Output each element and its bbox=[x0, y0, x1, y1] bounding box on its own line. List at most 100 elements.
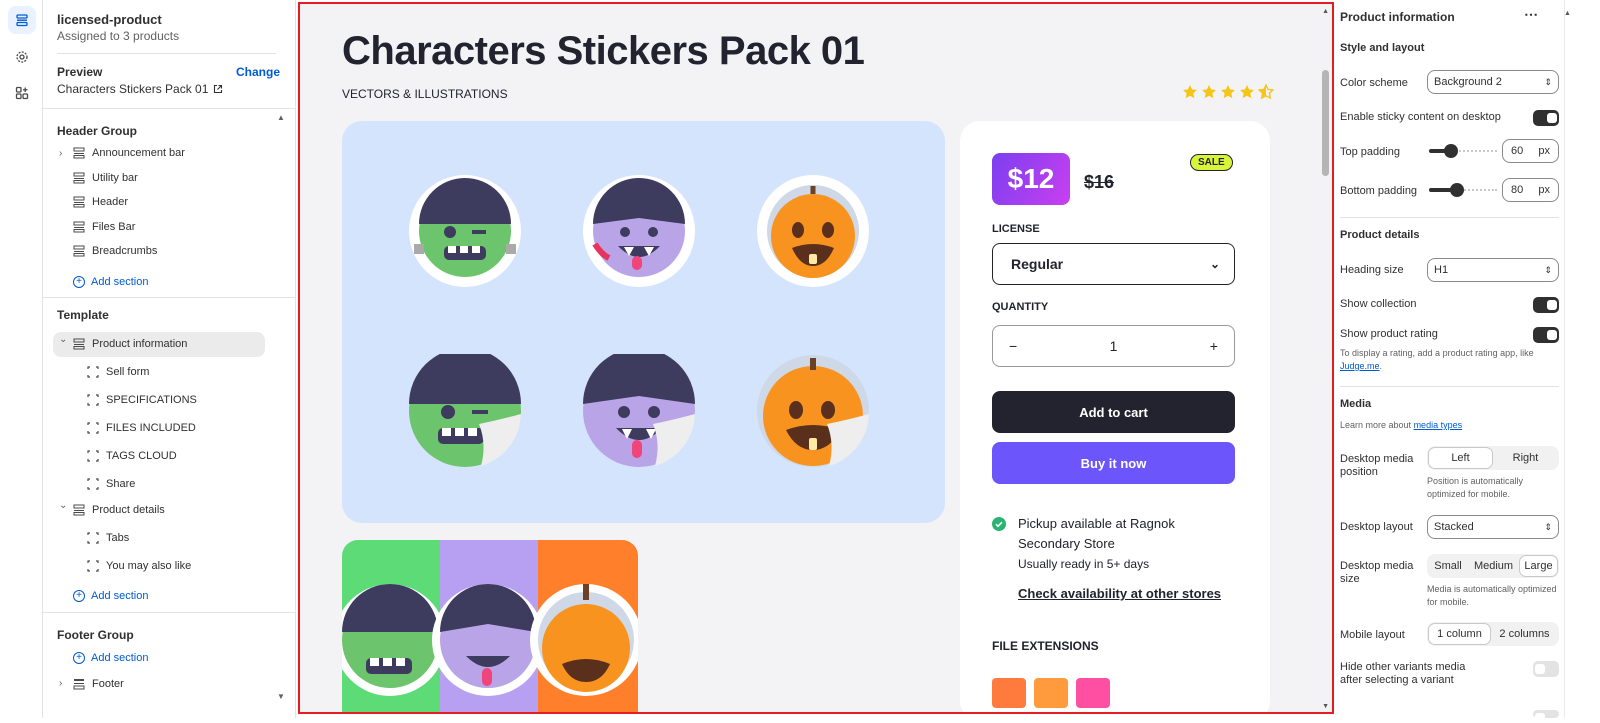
section-footer[interactable]: Footer bbox=[73, 673, 283, 695]
section-header[interactable]: Header bbox=[73, 191, 283, 213]
apps-icon[interactable] bbox=[8, 79, 36, 107]
add-section-label: Add section bbox=[91, 590, 149, 602]
panel-scrollbar-track[interactable] bbox=[1564, 0, 1565, 718]
mobile-layout-toggle[interactable]: 1 column 2 columns bbox=[1427, 622, 1559, 646]
media-size-label: Desktop media size bbox=[1340, 560, 1414, 585]
rating-help-end: . bbox=[1379, 361, 1383, 371]
slider-knob[interactable] bbox=[1450, 183, 1464, 197]
scrollbar-thumb[interactable] bbox=[1322, 70, 1329, 176]
quantity-stepper[interactable]: − 1 + bbox=[992, 325, 1235, 367]
media-position-right[interactable]: Right bbox=[1493, 447, 1558, 469]
plus-circle-icon: + bbox=[73, 590, 85, 602]
product-collection[interactable]: VECTORS & ILLUSTRATIONS bbox=[342, 87, 508, 101]
show-rating-toggle[interactable] bbox=[1533, 327, 1559, 343]
section-files-bar[interactable]: Files Bar bbox=[73, 216, 283, 238]
license-select[interactable]: Regular ⌄ bbox=[992, 243, 1235, 285]
mobile-layout-label: Mobile layout bbox=[1340, 629, 1405, 641]
mobile-layout-1-column[interactable]: 1 column bbox=[1428, 623, 1491, 645]
settings-gear-icon[interactable] bbox=[8, 43, 36, 71]
block-label: You may also like bbox=[106, 560, 192, 572]
template-title: Template bbox=[57, 308, 109, 322]
desktop-layout-select[interactable]: Stacked ⇕ bbox=[1427, 515, 1559, 539]
more-actions-icon[interactable]: ⋯ bbox=[1524, 6, 1538, 23]
section-icon bbox=[73, 147, 85, 159]
rating-help-text: To display a rating, add a product ratin… bbox=[1340, 347, 1555, 373]
preview-scrollbar[interactable]: ▲ ▼ bbox=[1318, 4, 1332, 712]
star-icon bbox=[1221, 85, 1235, 99]
hide-variants-label: Hide other variants media after selectin… bbox=[1340, 661, 1466, 686]
block-tags-cloud[interactable]: TAGS CLOUD bbox=[87, 445, 297, 467]
section-icon bbox=[73, 172, 85, 184]
media-size-small[interactable]: Small bbox=[1428, 555, 1468, 577]
scroll-up-arrow-icon[interactable]: ▲ bbox=[277, 113, 285, 122]
heading-size-select[interactable]: H1 ⇕ bbox=[1427, 258, 1559, 282]
section-icon bbox=[73, 196, 85, 208]
divider bbox=[43, 612, 296, 613]
block-tabs[interactable]: Tabs bbox=[87, 527, 297, 549]
bottom-padding-slider[interactable] bbox=[1429, 183, 1497, 197]
media-help: Learn more about bbox=[1340, 420, 1412, 430]
add-section-header-button[interactable]: + Add section bbox=[73, 276, 148, 288]
block-files-included[interactable]: FILES INCLUDED bbox=[87, 417, 297, 439]
scroll-up-arrow-icon[interactable]: ▲ bbox=[1322, 8, 1329, 15]
section-announcement-bar[interactable]: Announcement bar bbox=[73, 142, 283, 164]
media-size-medium[interactable]: Medium bbox=[1468, 555, 1519, 577]
top-padding-slider[interactable] bbox=[1429, 144, 1497, 158]
product-details-heading: Product details bbox=[1340, 229, 1420, 241]
sections-icon[interactable] bbox=[8, 6, 36, 34]
media-size-help: Media is automatically optimized for mob… bbox=[1427, 584, 1557, 607]
media-size-toggle[interactable]: Small Medium Large bbox=[1427, 554, 1559, 578]
section-product-details[interactable]: Product details bbox=[73, 499, 283, 521]
color-scheme-label: Color scheme bbox=[1340, 77, 1408, 89]
block-share[interactable]: Share bbox=[87, 473, 297, 495]
minus-button[interactable]: − bbox=[1009, 338, 1017, 354]
bottom-padding-input[interactable]: 80 px bbox=[1502, 178, 1559, 202]
slider-knob[interactable] bbox=[1444, 144, 1458, 158]
storefront-preview[interactable]: Characters Stickers Pack 01 VECTORS & IL… bbox=[298, 2, 1334, 714]
star-icon bbox=[1202, 85, 1216, 99]
add-section-template-button[interactable]: + Add section bbox=[73, 590, 148, 602]
scroll-down-arrow-icon[interactable]: ▼ bbox=[1322, 703, 1329, 710]
section-icon bbox=[73, 221, 85, 233]
top-padding-input[interactable]: 60 px bbox=[1502, 139, 1559, 163]
divider bbox=[1340, 217, 1559, 218]
add-to-cart-button[interactable]: Add to cart bbox=[992, 391, 1235, 433]
chevron-right-icon[interactable]: › bbox=[59, 678, 62, 689]
block-label: Tabs bbox=[106, 532, 130, 544]
judge-me-link[interactable]: Judge.me bbox=[1340, 361, 1380, 371]
media-position-left[interactable]: Left bbox=[1428, 447, 1493, 469]
section-utility-bar[interactable]: Utility bar bbox=[73, 167, 283, 189]
chevron-right-icon[interactable]: › bbox=[59, 148, 62, 159]
preview-product-link[interactable]: Characters Stickers Pack 01 bbox=[57, 82, 223, 96]
buy-now-button[interactable]: Buy it now bbox=[992, 442, 1235, 484]
show-collection-toggle[interactable] bbox=[1533, 297, 1559, 313]
scroll-up-arrow-icon[interactable]: ▲ bbox=[1564, 10, 1571, 17]
plus-button[interactable]: + bbox=[1210, 338, 1218, 354]
block-you-may-also-like[interactable]: You may also like bbox=[87, 555, 297, 577]
block-label: Sell form bbox=[106, 366, 150, 378]
block-specifications[interactable]: SPECIFICATIONS bbox=[87, 389, 297, 411]
chevron-down-icon[interactable]: ⌄ bbox=[59, 334, 67, 345]
add-section-footer-button[interactable]: + Add section bbox=[73, 652, 148, 664]
section-breadcrumbs[interactable]: Breadcrumbs bbox=[73, 240, 283, 262]
check-availability-link[interactable]: Check availability at other stores bbox=[1018, 586, 1221, 601]
chevron-down-icon[interactable]: ⌄ bbox=[59, 500, 67, 511]
purchase-card: $12 $16 SALE LICENSE Regular ⌄ QUANTITY −… bbox=[960, 121, 1270, 712]
change-preview-button[interactable]: Change bbox=[236, 65, 280, 79]
section-product-information[interactable]: Product information bbox=[73, 333, 283, 355]
media-position-toggle[interactable]: Left Right bbox=[1427, 446, 1559, 470]
media-size-large[interactable]: Large bbox=[1519, 555, 1558, 577]
block-sell-form[interactable]: Sell form bbox=[87, 361, 297, 383]
next-toggle-partial[interactable] bbox=[1533, 710, 1559, 723]
product-main-image[interactable] bbox=[342, 121, 945, 523]
product-rating bbox=[1182, 84, 1274, 100]
color-scheme-select[interactable]: Background 2 ⇕ bbox=[1427, 70, 1559, 94]
hide-variants-toggle[interactable] bbox=[1533, 661, 1559, 677]
quantity-value[interactable]: 1 bbox=[1110, 338, 1118, 354]
media-types-link[interactable]: media types bbox=[1414, 420, 1463, 430]
half-star-icon bbox=[1258, 84, 1274, 100]
media-position-label: Desktop media position bbox=[1340, 453, 1414, 478]
product-thumbnail-image[interactable] bbox=[342, 540, 638, 712]
mobile-layout-2-columns[interactable]: 2 columns bbox=[1491, 623, 1558, 645]
sticky-content-toggle[interactable] bbox=[1533, 110, 1559, 126]
